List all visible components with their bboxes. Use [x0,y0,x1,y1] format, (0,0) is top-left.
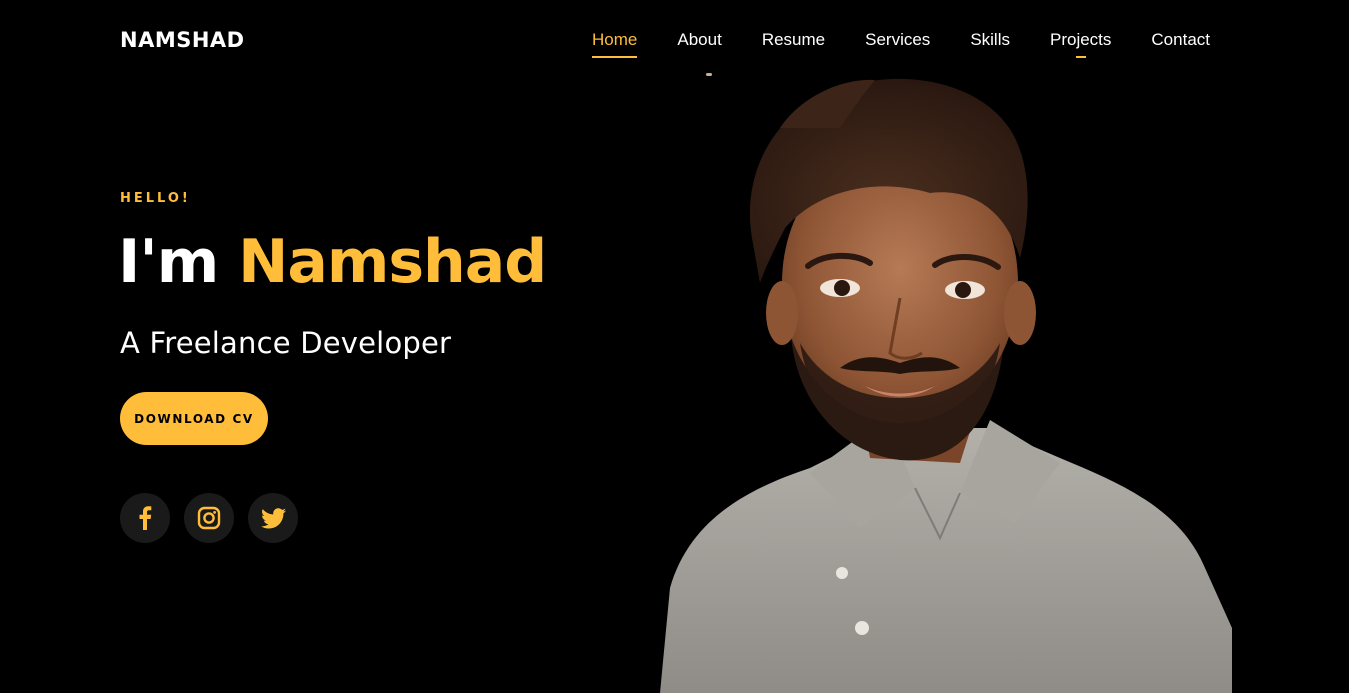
hero-intro: I'm [118,227,219,297]
facebook-icon [139,506,152,530]
hero-subtitle: A Freelance Developer [120,326,452,360]
main-nav: Home About Resume Services Skills Projec… [592,30,1210,58]
nav-services[interactable]: Services [865,30,930,56]
twitter-icon [260,507,286,528]
brand-logo[interactable]: NAMSHAD [120,28,245,52]
nav-contact[interactable]: Contact [1151,30,1210,56]
page: NAMSHAD Home About Resume Services Skill… [0,0,1349,693]
profile-portrait [660,78,1232,693]
nav-projects[interactable]: Projects [1050,30,1111,58]
hero-greeting: HELLO! [120,191,191,206]
instagram-icon [197,506,221,530]
social-links [120,493,298,543]
facebook-link[interactable] [120,493,170,543]
instagram-link[interactable] [184,493,234,543]
nav-skills[interactable]: Skills [970,30,1010,56]
nav-resume[interactable]: Resume [762,30,825,56]
twitter-link[interactable] [248,493,298,543]
nav-home[interactable]: Home [592,30,638,58]
hero-name: Namshad [238,227,547,297]
nav-about[interactable]: About [677,30,721,56]
download-cv-button[interactable]: DOWNLOAD CV [120,392,268,445]
hero-headline: I'm Namshad [118,226,547,298]
